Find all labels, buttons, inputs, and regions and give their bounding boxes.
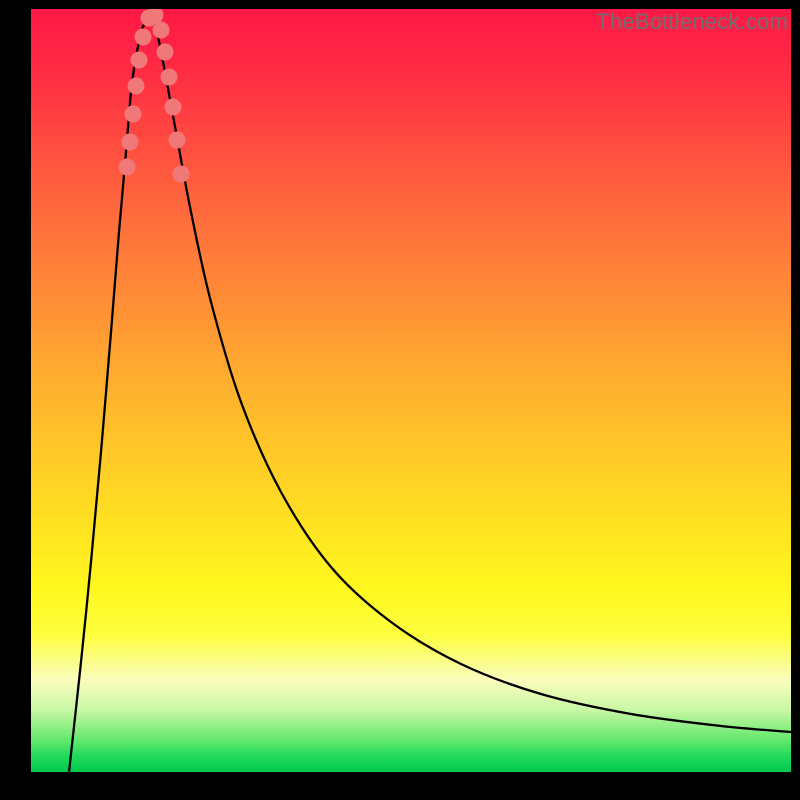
data-point (173, 166, 190, 183)
chart-frame: TheBottleneck.com (0, 0, 800, 800)
data-point (128, 78, 145, 95)
data-point (135, 29, 152, 46)
data-point (119, 159, 136, 176)
data-point (125, 106, 142, 123)
bottleneck-curve (69, 9, 791, 772)
data-point (131, 52, 148, 69)
watermark-text: TheBottleneck.com (596, 9, 788, 35)
data-point (161, 69, 178, 86)
data-point (157, 44, 174, 61)
plot-area (31, 9, 791, 772)
data-point (165, 99, 182, 116)
data-point (153, 22, 170, 39)
data-point (169, 132, 186, 149)
chart-svg (31, 9, 791, 772)
marker-layer (119, 9, 190, 183)
data-point (122, 134, 139, 151)
curve-layer (69, 9, 791, 772)
